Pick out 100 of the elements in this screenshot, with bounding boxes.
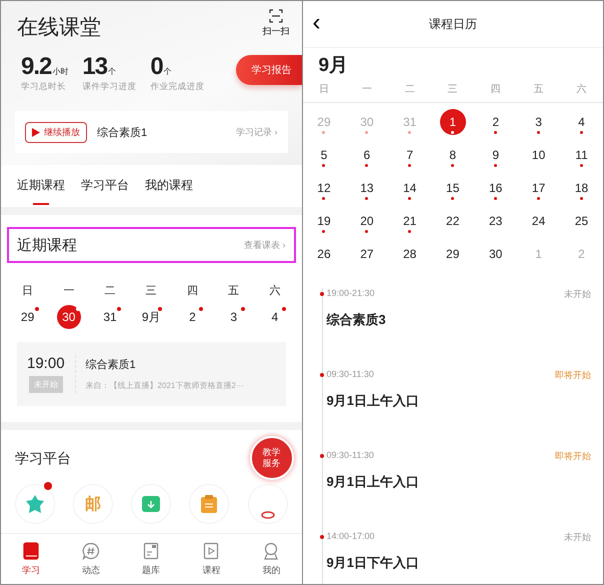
calendar-day[interactable]: 21: [396, 208, 423, 234]
event-status: 即将开始: [555, 450, 591, 463]
page-title: 课程日历: [428, 16, 477, 32]
event-time: 14:00-17:00: [326, 531, 375, 543]
back-button[interactable]: ‹: [308, 11, 324, 35]
calendar-day[interactable]: 5: [310, 142, 337, 168]
calendar-day[interactable]: 6: [354, 142, 380, 168]
calendar-day[interactable]: 10: [526, 142, 552, 168]
nav-item[interactable]: 题库: [142, 542, 160, 576]
hashtag-bubble-icon: [82, 542, 100, 560]
nav-item[interactable]: 我的: [262, 542, 280, 576]
date-item[interactable]: 4: [262, 305, 287, 329]
calendar-day[interactable]: 30: [482, 241, 509, 267]
calendar-day[interactable]: 17: [526, 175, 552, 201]
calendar-day[interactable]: 8: [440, 142, 466, 168]
calendar-day[interactable]: 15: [440, 175, 466, 201]
calendar-day[interactable]: 4: [568, 109, 595, 135]
stat-unit: 个: [164, 66, 172, 77]
platform-app-button[interactable]: [131, 484, 172, 524]
play-icon: [32, 128, 40, 136]
tab[interactable]: 我的课程: [137, 177, 201, 205]
event-status: 即将开始: [555, 369, 591, 382]
download-box-icon: [142, 496, 160, 512]
date-item[interactable]: 30: [56, 305, 81, 329]
mail-logo-icon: 邮: [85, 494, 102, 514]
weekday-label: 二: [404, 83, 416, 96]
event-title[interactable]: 综合素质3: [326, 311, 591, 329]
event-status: 未开始: [564, 288, 591, 301]
scan-button[interactable]: 扫一扫: [262, 9, 290, 38]
weekday-label: 五: [532, 83, 545, 96]
stat-unit: 个: [108, 66, 116, 77]
platform-app-button[interactable]: [15, 484, 55, 524]
month-title: 9月: [318, 54, 350, 78]
calendar-day[interactable]: 16: [482, 175, 509, 201]
scan-icon: [269, 9, 283, 23]
stat-label: 作业完成进度: [150, 81, 204, 93]
weekday-label: 三: [144, 284, 158, 298]
course-name: 综合素质1: [97, 126, 148, 140]
weekday-label: 三: [446, 83, 459, 96]
calendar-day[interactable]: 13: [354, 175, 380, 201]
calendar-day[interactable]: 25: [568, 208, 595, 234]
nav-item[interactable]: 动态: [82, 542, 100, 576]
platform-app-button[interactable]: [248, 484, 288, 524]
stat-value: 13: [82, 53, 108, 81]
section-title: 近期课程: [17, 236, 77, 254]
course-time: 19:00: [27, 355, 65, 372]
weekday-label: 二: [104, 284, 117, 298]
tab[interactable]: 学习平台: [73, 177, 137, 205]
stat-unit: 小时: [52, 66, 68, 77]
event-title[interactable]: 9月1日上午入口: [326, 473, 591, 491]
date-item[interactable]: 29: [16, 305, 40, 329]
continue-play-button[interactable]: 继续播放: [25, 122, 87, 142]
calendar-day[interactable]: 11: [568, 142, 595, 168]
calendar-day[interactable]: 7: [396, 142, 423, 168]
report-button[interactable]: 学习报告: [236, 55, 302, 85]
calendar-day[interactable]: 1: [440, 109, 466, 135]
calendar-day[interactable]: 20: [354, 208, 380, 234]
tab[interactable]: 近期课程: [9, 177, 73, 205]
stat-label: 课件学习进度: [82, 81, 136, 93]
ring-icon: [260, 511, 274, 519]
calendar-day[interactable]: 26: [310, 241, 337, 267]
calendar-day[interactable]: 3: [526, 109, 552, 135]
person-icon: [262, 542, 280, 560]
weekday-label: 四: [490, 83, 502, 96]
document-icon: [142, 542, 160, 560]
teaching-service-button[interactable]: 教学服务: [250, 436, 294, 480]
course-source: 来自：【线上直播】2021下教师资格直播2···: [86, 380, 244, 391]
stat-label: 学习总时长: [21, 81, 67, 93]
nav-item[interactable]: 学习: [22, 542, 40, 576]
calendar-day[interactable]: 24: [526, 208, 552, 234]
calendar-day[interactable]: 12: [310, 175, 337, 201]
date-item[interactable]: 9月: [139, 305, 164, 329]
stat-value: 9.2: [21, 53, 52, 81]
event-time: 09:30-11:30: [326, 369, 374, 381]
weekday-label: 六: [268, 284, 282, 298]
date-item[interactable]: 3: [222, 305, 246, 329]
star-blob-icon: [25, 494, 45, 514]
stat-value: 0: [150, 53, 163, 81]
calendar-day[interactable]: 28: [396, 241, 423, 267]
app-title: 在线课堂: [17, 15, 101, 41]
event-title[interactable]: 9月1日下午入口: [326, 554, 591, 572]
book-icon: [22, 542, 40, 560]
course-title: 综合素质1: [86, 358, 137, 372]
date-item[interactable]: 2: [180, 305, 204, 329]
event-title[interactable]: 9月1日上午入口: [326, 392, 591, 410]
event-status: 未开始: [564, 531, 591, 544]
calendar-day[interactable]: 2: [482, 109, 509, 135]
calendar-day[interactable]: 14: [396, 175, 423, 201]
calendar-day[interactable]: 18: [568, 175, 595, 201]
platform-app-button[interactable]: [189, 484, 230, 524]
date-item[interactable]: 31: [98, 305, 122, 329]
calendar-day[interactable]: 27: [354, 241, 380, 267]
calendar-day[interactable]: 19: [310, 208, 337, 234]
calendar-day[interactable]: 22: [440, 208, 466, 234]
calendar-day[interactable]: 23: [482, 208, 509, 234]
calendar-day[interactable]: 29: [440, 241, 466, 267]
event-time: 09:30-11:30: [326, 450, 374, 462]
nav-item[interactable]: 课程: [202, 542, 220, 576]
calendar-day[interactable]: 9: [482, 142, 509, 168]
event-time: 19:00-21:30: [326, 288, 375, 300]
